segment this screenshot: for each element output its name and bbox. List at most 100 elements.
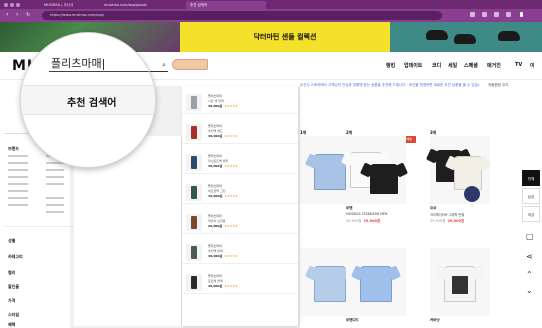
filter-option[interactable] bbox=[8, 190, 28, 192]
bag-icon[interactable]: ▢ bbox=[526, 232, 534, 241]
suggestion-brand: 플리츠마마 bbox=[208, 274, 222, 278]
filter-option[interactable] bbox=[8, 169, 28, 171]
suggestion-item[interactable]: 플리츠마마 하프문백 그린 39,000원 ★★★★★ bbox=[182, 180, 298, 204]
rating-stars: ★★★★★ bbox=[224, 284, 238, 288]
tshirt-cream-image bbox=[454, 156, 482, 190]
filter-women-button[interactable]: 여성 bbox=[522, 206, 540, 222]
suggestion-price: 29,000원 ★★★★★ bbox=[208, 224, 238, 228]
suggestion-brand: 플리츠마마 bbox=[208, 214, 222, 218]
magnified-search-input[interactable]: 플리츠마매 bbox=[51, 55, 104, 71]
suggestion-item[interactable]: 플리츠마마 숄더백 레드 49,000원 ★★★★★ bbox=[182, 120, 298, 144]
extension-icon[interactable] bbox=[494, 12, 499, 17]
suggestion-name: 미니토트백 블루 bbox=[208, 159, 229, 163]
filter-price[interactable]: 가격 bbox=[8, 298, 15, 304]
menu-icon[interactable] bbox=[520, 12, 523, 17]
suggestion-item[interactable]: 플리츠마마 파우치 브라운 29,000원 ★★★★★ bbox=[182, 210, 298, 234]
nav-sale[interactable]: 세일 bbox=[448, 62, 457, 69]
browser-tab-2[interactable]: musinsa.com/app/goods bbox=[100, 1, 180, 9]
filter-category[interactable]: 카테고리 bbox=[8, 254, 23, 260]
filter-option[interactable] bbox=[8, 176, 28, 178]
filter-option[interactable] bbox=[46, 169, 64, 171]
browser-tab-1[interactable]: MUSINSA | 무신사 bbox=[40, 1, 92, 9]
browser-chrome: MUSINSA | 무신사 musinsa.com/app/goods 추천 검… bbox=[0, 0, 542, 22]
product-brand[interactable]: 요요 bbox=[430, 206, 436, 211]
filter-option[interactable] bbox=[46, 197, 64, 199]
suggestion-item[interactable]: 플리츠마마 니트 백 블랙 39,000원 ★★★★★ bbox=[182, 90, 298, 114]
autocomplete-toggle[interactable]: 자동완성 끄기 bbox=[488, 83, 508, 88]
filter-men-button[interactable]: 남성 bbox=[522, 188, 540, 204]
nav-ranking[interactable]: 랭킹 bbox=[386, 62, 395, 69]
filter-option[interactable] bbox=[8, 155, 28, 157]
suggestion-price: 39,000원 ★★★★★ bbox=[208, 104, 238, 108]
suggestion-brand: 플리츠마마 bbox=[208, 94, 222, 98]
nav-tv[interactable]: TV bbox=[515, 62, 522, 68]
bookmark-icon[interactable] bbox=[482, 12, 487, 17]
suggestion-price: 39,000원 ★★★★★ bbox=[208, 164, 238, 168]
rating-stars: ★★★★★ bbox=[224, 224, 238, 228]
share-icon[interactable]: ⋖ bbox=[526, 252, 533, 261]
top-icon[interactable]: ⌃ bbox=[526, 270, 533, 279]
sticker-image bbox=[464, 186, 480, 202]
nav-magazine[interactable]: 매거진 bbox=[487, 62, 501, 69]
filter-color[interactable]: 컬러 bbox=[8, 270, 15, 276]
window-minimize-icon[interactable] bbox=[10, 3, 14, 7]
product-name[interactable]: MUSINSA STANDARD MEN bbox=[346, 212, 387, 216]
profile-icon[interactable] bbox=[506, 12, 511, 17]
suggestion-name: 숄더백 블랙 bbox=[208, 249, 223, 253]
tab-recommended-keywords[interactable]: 추천 검색어 bbox=[67, 94, 116, 109]
product-brand[interactable]: 무탠다드 bbox=[346, 318, 359, 323]
filter-style[interactable]: 스타일 bbox=[8, 312, 19, 318]
search-icon[interactable]: ⌕ bbox=[162, 61, 166, 70]
filter-benefit[interactable]: 혜택 bbox=[8, 322, 15, 328]
filter-option[interactable] bbox=[8, 183, 28, 185]
nav-update[interactable]: 업데이트 bbox=[404, 62, 422, 69]
filter-option[interactable] bbox=[46, 204, 64, 206]
filter-gender[interactable]: 성별 bbox=[8, 238, 15, 244]
back-icon[interactable]: ‹ bbox=[6, 12, 8, 18]
pointing-hand-icon bbox=[172, 59, 208, 70]
chevron-down-icon[interactable]: ⌄ bbox=[526, 286, 533, 295]
suggestion-item[interactable]: 플리츠마마 미니토트백 블루 39,000원 ★★★★★ bbox=[182, 150, 298, 174]
product-image[interactable] bbox=[430, 136, 490, 204]
product-image[interactable] bbox=[430, 248, 490, 316]
rating-stars: ★★★★★ bbox=[224, 164, 238, 168]
suggestion-thumbnail bbox=[186, 244, 202, 261]
suggestion-item[interactable]: 플리츠마마 토트백 블랙 49,000원 ★★★★★ bbox=[182, 270, 298, 294]
bag-image bbox=[191, 276, 197, 289]
extension-icon[interactable] bbox=[470, 12, 475, 17]
suggestion-thumbnail bbox=[186, 214, 202, 231]
product-brand[interactable]: 무탠 bbox=[346, 206, 352, 211]
reload-icon[interactable]: ↻ bbox=[26, 12, 30, 18]
filter-option[interactable] bbox=[8, 162, 28, 164]
filter-option[interactable] bbox=[46, 183, 64, 185]
filter-option[interactable] bbox=[46, 211, 64, 213]
nav-coordi[interactable]: 코디 bbox=[432, 62, 441, 69]
product-image[interactable] bbox=[346, 136, 406, 204]
filter-option[interactable] bbox=[8, 197, 28, 199]
nav-more[interactable]: 이 bbox=[530, 62, 535, 69]
product-image[interactable] bbox=[346, 248, 406, 316]
suggestion-price: 49,000원 ★★★★★ bbox=[208, 134, 238, 138]
notice-text: 무신사 스토어에서 고객님의 관심과 취향에 맞는 상품을 추천해 드립니다 ·… bbox=[300, 83, 480, 87]
suggestion-brand: 플리츠마마 bbox=[208, 184, 222, 188]
magnified-tabs: 추천 검색어 bbox=[21, 85, 155, 115]
window-close-icon[interactable] bbox=[4, 3, 8, 7]
address-bar[interactable]: https://www.musinsa.com/app/ bbox=[42, 11, 442, 20]
search-suggestion-list: 플리츠마마 니트 백 블랙 39,000원 ★★★★★ 플리츠마마 숄더백 레드 49,00… bbox=[182, 86, 298, 326]
filter-discount[interactable]: 할인율 bbox=[8, 284, 19, 290]
product-price: 39,000원 29,000원 bbox=[430, 219, 465, 223]
rating-stars: ★★★★★ bbox=[224, 194, 238, 198]
filter-option[interactable] bbox=[46, 176, 64, 178]
nav-special[interactable]: 스페셜 bbox=[464, 62, 478, 69]
window-maximize-icon[interactable] bbox=[16, 3, 20, 7]
forward-icon[interactable]: › bbox=[16, 12, 18, 18]
suggestion-item[interactable]: 플리츠마마 숄더백 블랙 49,000원 ★★★★★ bbox=[182, 240, 298, 264]
sandal-image bbox=[498, 31, 520, 41]
tshirt-black-image bbox=[370, 164, 398, 194]
product-brand[interactable]: 커버낫 bbox=[430, 318, 440, 323]
product-name[interactable]: 크리에이티브 그래픽 반팔 bbox=[430, 212, 464, 217]
browser-tab-active[interactable]: 추천 검색어 bbox=[186, 1, 266, 9]
filter-option[interactable] bbox=[8, 204, 28, 206]
filter-all-button[interactable]: 전체 bbox=[522, 170, 540, 186]
filter-brand[interactable]: 브랜드 bbox=[8, 146, 19, 152]
